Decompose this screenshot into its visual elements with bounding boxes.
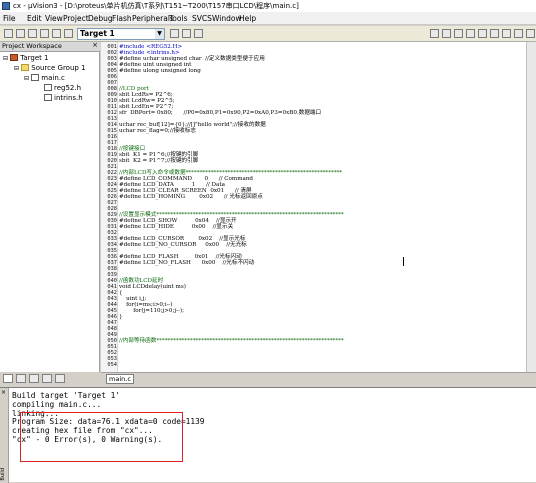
indent-icon[interactable] [502, 29, 511, 38]
app-icon [2, 2, 10, 10]
menu-svcs[interactable]: SVCS [192, 14, 212, 23]
file-icon [31, 74, 40, 81]
bookmark-icon[interactable] [454, 29, 463, 38]
build-icon[interactable] [16, 29, 25, 38]
header-file-icon [44, 84, 52, 91]
menu-file[interactable]: File [3, 14, 16, 23]
build-side-label: Build [0, 468, 6, 481]
tab-main-c[interactable]: main.c [106, 374, 134, 384]
unindent-icon[interactable] [514, 29, 523, 38]
compile-icon[interactable] [4, 29, 13, 38]
tab-files[interactable] [3, 374, 13, 383]
target-select-value: Target 1 [80, 29, 115, 38]
menu-tools[interactable]: Tools [169, 14, 187, 23]
menu-flash[interactable]: Flash [112, 14, 132, 23]
stop-build-icon[interactable] [40, 29, 49, 38]
menu-project[interactable]: Project [63, 14, 89, 23]
tab-regs[interactable] [16, 374, 26, 383]
prev-bookmark-icon[interactable] [466, 29, 475, 38]
manage-components-icon[interactable] [194, 29, 203, 38]
workspace-close-button[interactable]: × [92, 41, 98, 49]
code-line: sfr DBPort= 0x80; //P0=0x80,P1=0x90,P2=0… [119, 110, 322, 116]
toolbar: Target 1 ▼ [0, 26, 536, 42]
menu-edit[interactable]: Edit [27, 14, 42, 23]
menu-window[interactable]: Window [212, 14, 242, 23]
file-extensions-icon[interactable] [182, 29, 191, 38]
menu-peripherals[interactable]: Peripherals [132, 14, 174, 23]
folder-icon [21, 64, 30, 71]
editor-tab-bar: main.c [101, 372, 536, 385]
build-output-window: × Build Build target 'Target 1' compilin… [0, 387, 536, 483]
code-line: //内部等待函数********************************… [119, 338, 344, 344]
tab-books[interactable] [29, 374, 39, 383]
tree-item-source-group[interactable]: ⊟ Source Group 1 [14, 64, 86, 72]
find-in-files-icon[interactable] [442, 29, 451, 38]
line-numbers: 001 002 003 004 005 006 007 008 009 010 … [107, 44, 117, 368]
header-file-icon [44, 94, 52, 101]
highlight-box [20, 412, 183, 462]
menu-help[interactable]: Help [239, 14, 256, 23]
code-editor[interactable]: 001 002 003 004 005 006 007 008 009 010 … [101, 42, 536, 372]
target-select[interactable]: Target 1 ▼ [77, 28, 165, 40]
target-icon [10, 54, 19, 61]
comment-icon[interactable] [526, 29, 535, 38]
vertical-scrollbar[interactable] [526, 42, 536, 372]
target-options-icon[interactable] [170, 29, 179, 38]
options-icon[interactable] [64, 29, 73, 38]
project-workspace: Project Workspace × ⊟ Target 1 ⊟ Source … [0, 41, 100, 385]
tab-functions[interactable] [42, 374, 52, 383]
window-title: cx - µVision3 - [D:\proteus\单片机仿真\T系列\T1… [13, 2, 299, 10]
text-cursor-icon [403, 257, 404, 266]
tree-item-target[interactable]: ⊟ Target 1 [3, 54, 49, 62]
menu-debug[interactable]: Debug [88, 14, 113, 23]
line-number-gutter: 001 002 003 004 005 006 007 008 009 010 … [101, 42, 118, 372]
tree-item-intrins-h[interactable]: intrins.h [44, 94, 83, 102]
tree-item-reg52-h[interactable]: reg52.h [44, 84, 81, 92]
download-icon[interactable] [52, 29, 61, 38]
next-bookmark-icon[interactable] [478, 29, 487, 38]
find-icon[interactable] [430, 29, 439, 38]
clear-bookmarks-icon[interactable] [490, 29, 499, 38]
chevron-down-icon: ▼ [155, 29, 164, 39]
code-text[interactable]: #include <REG52.H> #include <intrins.h> #d… [119, 44, 344, 344]
workspace-header: Project Workspace × [0, 41, 100, 52]
workspace-title: Project Workspace [2, 42, 62, 50]
tab-templates[interactable] [55, 374, 65, 383]
menu-view[interactable]: View [45, 14, 63, 23]
build-side-bar: × Build [0, 388, 9, 483]
build-close-button[interactable]: × [1, 389, 6, 396]
workspace-tabs [0, 373, 100, 385]
tree-item-main-c[interactable]: ⊟ main.c [24, 74, 65, 82]
menu-bar: File Edit View Project Debug Flash Perip… [0, 12, 536, 25]
rebuild-icon[interactable] [28, 29, 37, 38]
title-bar: cx - µVision3 - [D:\proteus\单片机仿真\T系列\T1… [0, 0, 536, 12]
